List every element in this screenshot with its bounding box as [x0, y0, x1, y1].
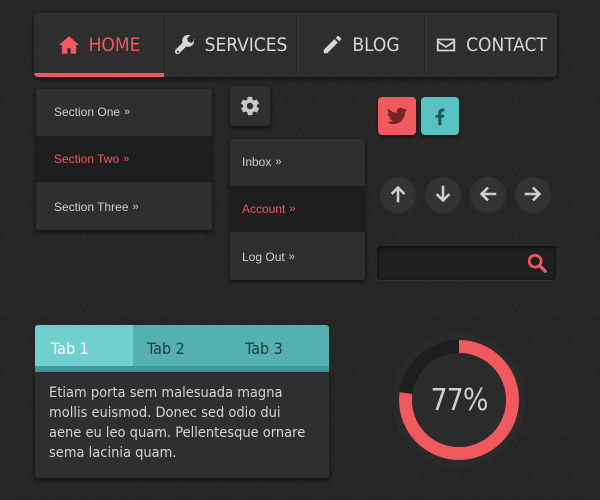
arrow-right-button[interactable] — [514, 175, 552, 213]
double-chevron-right-icon: » — [132, 200, 139, 213]
nav-item-home[interactable]: HOME — [34, 13, 165, 77]
gear-icon — [240, 96, 260, 116]
arrow-left-button[interactable] — [469, 175, 507, 213]
tab-panel-text: Etiam porta sem malesuada magna mollis e… — [49, 385, 306, 461]
double-chevron-right-icon: » — [124, 106, 131, 118]
search-icon[interactable] — [526, 252, 548, 274]
settings-button[interactable] — [230, 86, 270, 126]
search-box — [377, 246, 556, 280]
menu-item-label: Inbox — [242, 155, 272, 169]
envelope-icon — [436, 38, 456, 52]
nav-item-services[interactable]: SERVICES — [165, 13, 297, 77]
menu-item-label: Section Three — [54, 199, 129, 214]
twitter-icon — [386, 107, 408, 125]
menu-item-label: Section Two — [54, 152, 120, 166]
tab-2[interactable]: Tab 2 — [133, 325, 231, 371]
settings-dropdown-menu: Inbox » Account » Log Out » — [230, 139, 365, 280]
nav-item-label: BLOG — [352, 34, 400, 56]
menu-item-label: Account — [242, 202, 286, 216]
facebook-icon — [435, 108, 445, 126]
double-chevron-right-icon: » — [288, 250, 295, 263]
double-chevron-right-icon: » — [123, 153, 130, 165]
arrow-down-button[interactable] — [424, 175, 462, 213]
arrow-down-icon — [435, 185, 451, 203]
menu-item-label: Log Out — [242, 249, 285, 264]
arrow-up-button[interactable] — [379, 175, 417, 213]
menu-item-section-one[interactable]: Section One » — [36, 89, 212, 136]
home-icon — [58, 36, 79, 54]
sections-dropdown-menu: Section One » Section Two » Section Thre… — [36, 89, 212, 230]
main-nav: HOME SERVICES BLOG CONTACT — [34, 13, 557, 77]
menu-item-section-three[interactable]: Section Three » — [36, 183, 212, 230]
nav-item-label: HOME — [88, 34, 141, 56]
tab-3[interactable]: Tab 3 — [231, 325, 329, 371]
double-chevron-right-icon: » — [275, 156, 282, 168]
arrow-up-icon — [390, 185, 406, 203]
nav-item-contact[interactable]: CONTACT — [425, 13, 557, 77]
nav-item-blog[interactable]: BLOG — [297, 13, 425, 77]
menu-item-label: Section One — [54, 105, 121, 119]
menu-item-account[interactable]: Account » — [230, 186, 365, 233]
facebook-button[interactable] — [421, 97, 459, 135]
arrow-left-icon — [479, 186, 497, 202]
pencil-icon — [324, 35, 342, 54]
search-input[interactable] — [377, 246, 517, 280]
arrow-right-icon — [524, 186, 542, 202]
progress-percent-label: 77% — [430, 382, 489, 418]
menu-item-section-two[interactable]: Section Two » — [36, 136, 212, 183]
nav-item-label: CONTACT — [466, 34, 547, 56]
nav-item-label: SERVICES — [204, 34, 288, 56]
menu-item-log-out[interactable]: Log Out » — [230, 233, 365, 280]
tab-1[interactable]: Tab 1 — [35, 325, 133, 371]
wrench-icon — [174, 34, 195, 55]
double-chevron-right-icon: » — [289, 203, 296, 215]
menu-item-inbox[interactable]: Inbox » — [230, 139, 365, 186]
tab-bar: Tab 1 Tab 2 Tab 3 — [35, 325, 329, 371]
twitter-button[interactable] — [378, 97, 416, 135]
tab-panel: Etiam porta sem malesuada magna mollis e… — [35, 372, 329, 478]
